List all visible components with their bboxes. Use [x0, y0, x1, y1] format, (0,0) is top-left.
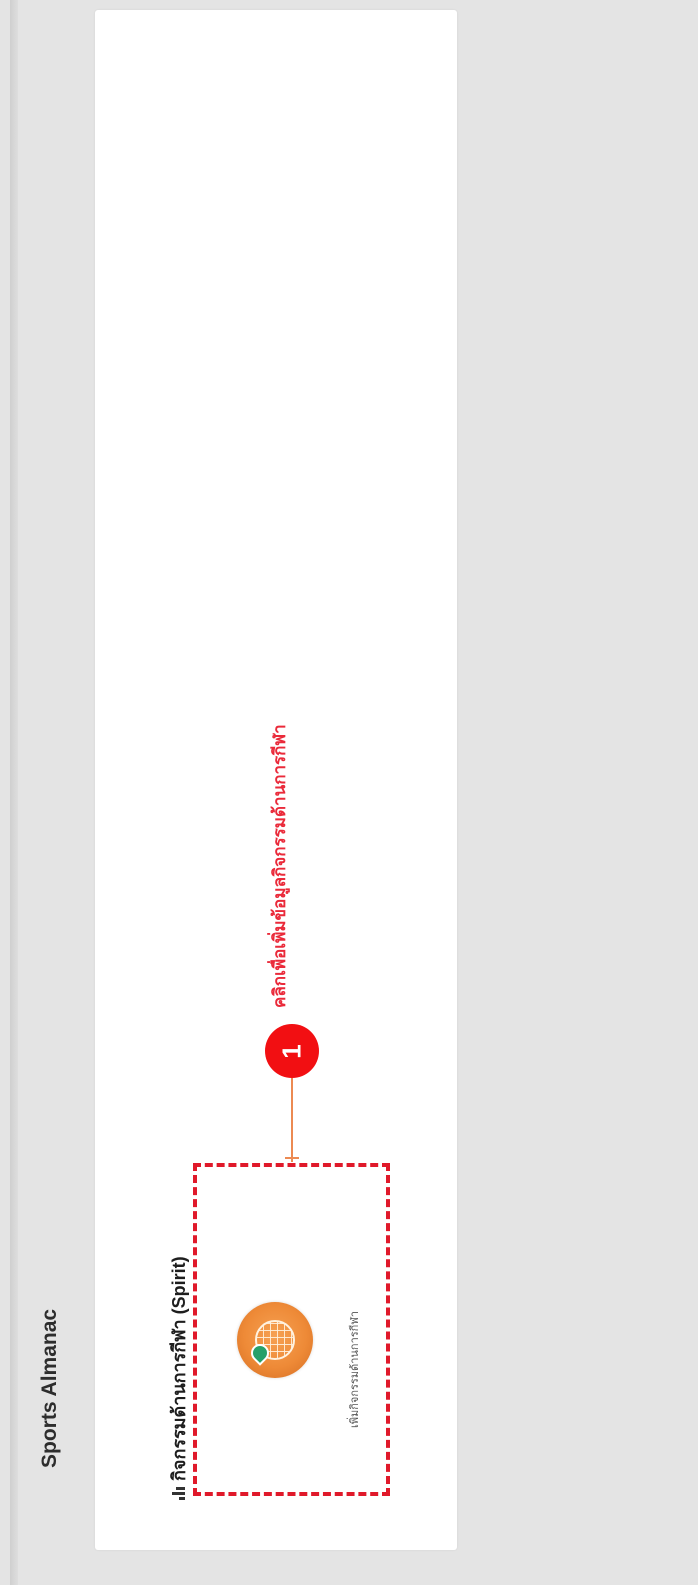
annotation-connector	[291, 1078, 293, 1162]
annotation-number: 1	[276, 1043, 307, 1059]
section-title: กิจกรรมด้านการกีฬา (Spirit)	[164, 1256, 193, 1500]
app-title: Sports Almanac	[38, 1308, 61, 1468]
annotation-connector-tick	[285, 1157, 299, 1159]
annotation-text: คลิกเพื่อเพิ่มข้อมูลกิจกรรมด้านการกีฬา	[270, 724, 289, 1008]
add-sport-activity-button[interactable]	[237, 1302, 313, 1378]
bar-chart-icon	[172, 1487, 185, 1500]
add-activity-label[interactable]: เพิ่มกิจกรรมด้านการกีฬา	[345, 1311, 363, 1428]
annotation-badge: 1	[265, 1024, 319, 1078]
section-title-text: กิจกรรมด้านการกีฬา (Spirit)	[169, 1256, 189, 1481]
window-edge	[10, 0, 18, 1585]
